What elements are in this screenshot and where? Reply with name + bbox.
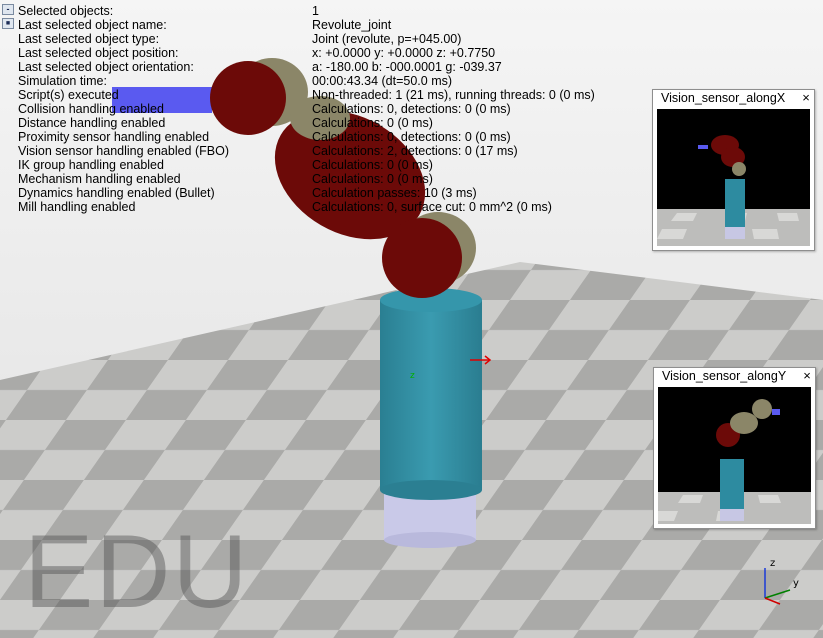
info-label: Vision sensor handling enabled (FBO) xyxy=(18,144,230,158)
info-label: Distance handling enabled xyxy=(18,116,166,130)
info-label: Simulation time: xyxy=(18,74,107,88)
info-value: Calculations: 0 (0 ms) xyxy=(312,116,433,130)
pin-info-button[interactable]: ■ xyxy=(2,18,14,29)
info-value: Calculations: 0 (0 ms) xyxy=(312,158,433,172)
frame-label: z xyxy=(410,371,415,381)
info-value: Non-threaded: 1 (21 ms), running threads… xyxy=(312,88,595,102)
info-value: Joint (revolute, p=+045.00) xyxy=(312,32,462,46)
info-value: Calculations: 0 (0 ms) xyxy=(312,172,433,186)
info-value: Calculations: 0, detections: 0 (0 ms) xyxy=(312,102,511,116)
info-label: Mechanism handling enabled xyxy=(18,172,181,186)
info-label: IK group handling enabled xyxy=(18,158,164,172)
vision-sensor-view-x xyxy=(657,109,810,246)
info-label: Last selected object orientation: xyxy=(18,60,194,74)
close-icon[interactable]: × xyxy=(801,369,813,383)
vision-sensor-window-x[interactable]: Vision_sensor_alongX × xyxy=(652,89,815,251)
info-value: 1 xyxy=(312,4,319,18)
window-title: Vision_sensor_alongX xyxy=(653,90,814,106)
vision-sensor-window-y[interactable]: Vision_sensor_alongY × xyxy=(653,367,816,529)
svg-text:z: z xyxy=(770,558,775,569)
window-title: Vision_sensor_alongY xyxy=(654,368,815,384)
info-label: Last selected object type: xyxy=(18,32,160,46)
close-icon[interactable]: × xyxy=(800,91,812,105)
info-label: Last selected object name: xyxy=(18,18,167,32)
info-label: Dynamics handling enabled (Bullet) xyxy=(18,186,215,200)
info-value: 00:00:43.34 (dt=50.0 ms) xyxy=(312,74,453,88)
info-value: Calculations: 2, detections: 0 (17 ms) xyxy=(312,144,518,158)
info-value: Calculations: 0, detections: 0 (0 ms) xyxy=(312,130,511,144)
info-label: Proximity sensor handling enabled xyxy=(18,130,210,144)
info-value: x: +0.0000 y: +0.0000 z: +0.7750 xyxy=(312,46,496,60)
collapse-info-button[interactable]: - xyxy=(2,4,14,15)
info-label: Script(s) executed xyxy=(18,88,119,102)
vision-sensor-view-y xyxy=(658,387,811,524)
info-label: Selected objects: xyxy=(18,4,114,18)
info-label: Collision handling enabled xyxy=(18,102,164,116)
info-value: a: -180.00 b: -000.0001 g: -039.37 xyxy=(312,60,502,74)
info-value: Calculation passes: 10 (3 ms) xyxy=(312,186,477,200)
info-value: Revolute_joint xyxy=(312,18,392,32)
svg-text:y: y xyxy=(793,578,799,589)
robot-base[interactable] xyxy=(380,288,482,548)
info-label: Last selected object position: xyxy=(18,46,179,60)
info-panel: - ■ Selected objects: 1 Last selected obje… xyxy=(0,0,640,215)
info-value: Calculations: 0, surface cut: 0 mm^2 (0 … xyxy=(312,200,552,214)
edu-watermark: EDU xyxy=(24,514,250,630)
info-label: Mill handling enabled xyxy=(18,200,136,214)
